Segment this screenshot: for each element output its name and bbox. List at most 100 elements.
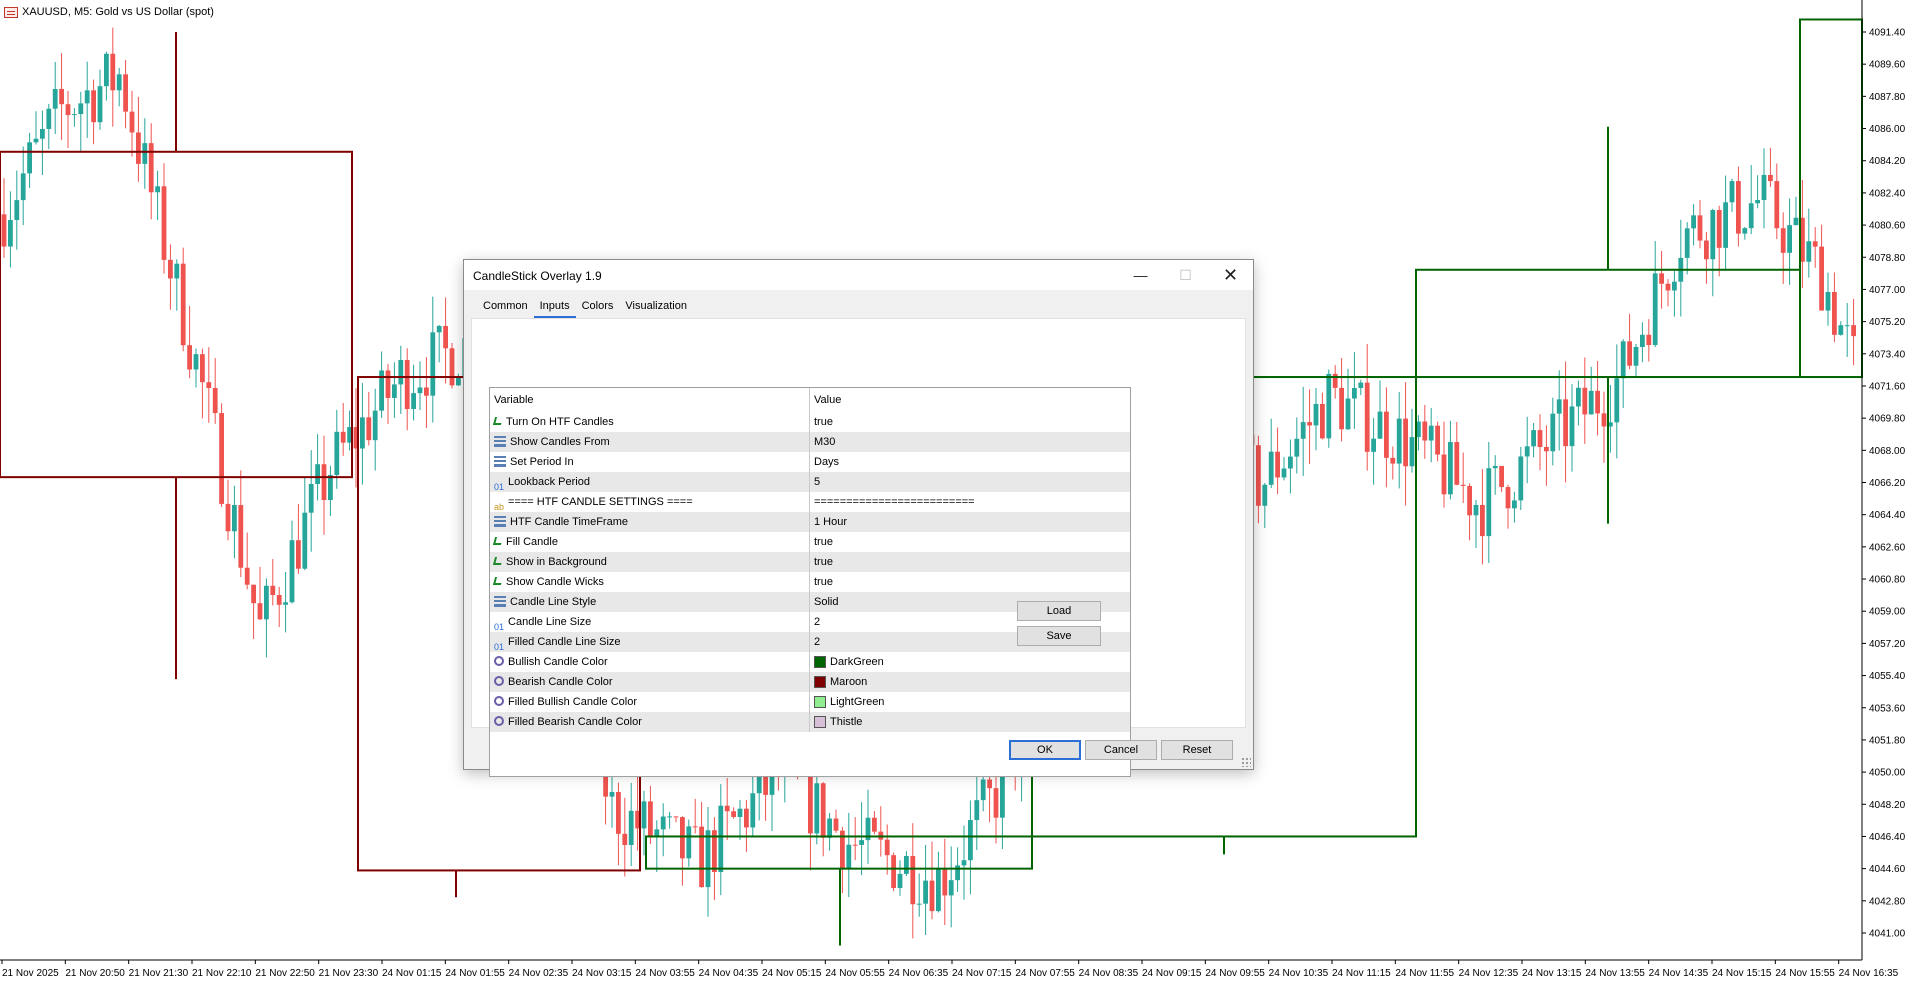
candle-body — [1512, 500, 1517, 509]
candle-body — [193, 354, 199, 370]
input-variable-cell: Show Candles From — [490, 432, 810, 452]
time-tick-label: 24 Nov 11:15 — [1332, 968, 1391, 979]
cancel-button[interactable]: Cancel — [1085, 740, 1157, 760]
input-value-cell[interactable]: true — [810, 572, 1130, 592]
tab-inputs[interactable]: Inputs — [533, 296, 576, 318]
input-variable-label: Bullish Candle Color — [508, 656, 608, 668]
input-row[interactable]: Bullish Candle Color DarkGreen — [490, 652, 1130, 672]
maximize-icon[interactable]: ☐ — [1163, 260, 1208, 290]
candle-body — [1403, 418, 1408, 467]
input-variable-cell: Turn On HTF Candles — [490, 412, 810, 432]
input-value-text: M30 — [814, 436, 836, 448]
ok-button[interactable]: OK — [1009, 740, 1081, 760]
input-value-cell[interactable]: DarkGreen — [810, 652, 1130, 672]
close-icon[interactable]: ✕ — [1208, 260, 1253, 290]
input-value-cell[interactable]: Thistle — [810, 712, 1130, 732]
candle-body — [1601, 413, 1607, 427]
reset-button[interactable]: Reset — [1161, 740, 1233, 760]
input-value-cell[interactable]: 1 Hour — [810, 512, 1130, 532]
input-value-cell[interactable]: true — [810, 412, 1130, 432]
candle-body — [1812, 241, 1818, 247]
input-variable-cell: Filled Bullish Candle Color — [490, 692, 810, 712]
candle-body — [1838, 325, 1844, 335]
candle-body — [1467, 485, 1472, 516]
input-value-cell[interactable]: M30 — [810, 432, 1130, 452]
candle-body — [1, 214, 7, 247]
candle-body — [731, 811, 736, 817]
save-button[interactable]: Save — [1017, 626, 1101, 646]
candle-body — [20, 173, 26, 201]
candle-body — [78, 103, 84, 115]
time-tick-label: 24 Nov 01:55 — [445, 968, 505, 979]
header-value[interactable]: Value — [810, 388, 1130, 412]
input-row[interactable]: Show in Background true — [490, 552, 1130, 572]
input-value-cell[interactable]: 5 — [810, 472, 1130, 492]
color-swatch — [814, 656, 826, 668]
candle-body — [648, 801, 653, 837]
candle-body — [1460, 484, 1466, 486]
input-variable-cell: Filled Bearish Candle Color — [490, 712, 810, 732]
input-value-cell[interactable]: ========================= — [810, 492, 1130, 512]
input-row[interactable]: Set Period In Days — [490, 452, 1130, 472]
input-value-cell[interactable]: LightGreen — [810, 692, 1130, 712]
input-row[interactable]: Filled Bullish Candle Color LightGreen — [490, 692, 1130, 712]
tab-visualization[interactable]: Visualization — [619, 296, 693, 316]
input-value-cell[interactable]: Maroon — [810, 672, 1130, 692]
input-row[interactable]: Turn On HTF Candles true — [490, 412, 1130, 432]
candle-body — [1307, 422, 1312, 426]
candle-body — [936, 868, 941, 912]
candle-body — [1499, 465, 1504, 488]
num-type-icon: 01 — [494, 621, 505, 632]
input-row[interactable]: Filled Bearish Candle Color Thistle — [490, 712, 1130, 732]
tab-colors[interactable]: Colors — [576, 296, 620, 316]
inputs-grid[interactable]: Variable Value Turn On HTF Candles true Sh… — [489, 387, 1131, 777]
candle-body — [910, 856, 916, 905]
candle-body — [1780, 228, 1786, 253]
candle-body — [97, 86, 103, 123]
dialog-tabs: Common Inputs Colors Visualization — [477, 296, 693, 318]
input-value-text: true — [814, 556, 833, 568]
inputs-panel: Variable Value Turn On HTF Candles true Sh… — [471, 318, 1246, 777]
candle-body — [129, 111, 135, 133]
header-variable[interactable]: Variable — [490, 388, 810, 412]
input-variable-label: Filled Bullish Candle Color — [508, 696, 638, 708]
candle-body — [987, 779, 992, 789]
candle-body — [264, 585, 269, 620]
candle-body — [1710, 210, 1716, 260]
input-row[interactable]: Fill Candle true — [490, 532, 1130, 552]
input-row[interactable]: Show Candles From M30 — [490, 432, 1130, 452]
input-variable-cell: Bearish Candle Color — [490, 672, 810, 692]
candle-body — [929, 880, 935, 912]
candle-body — [1729, 181, 1735, 203]
input-row[interactable]: Bearish Candle Color Maroon — [490, 672, 1130, 692]
candle-body — [1454, 442, 1460, 485]
candle-body — [1825, 291, 1831, 311]
time-tick-label: 24 Nov 04:35 — [699, 968, 759, 979]
input-row[interactable]: ab ==== HTF CANDLE SETTINGS ==== =========… — [490, 492, 1130, 512]
price-tick-label: 4086.00 — [1869, 124, 1906, 135]
minimize-icon[interactable]: — — [1118, 260, 1163, 290]
input-value-cell[interactable]: true — [810, 552, 1130, 572]
time-tick-label: 24 Nov 08:35 — [1079, 968, 1139, 979]
candle-body — [1364, 382, 1370, 452]
time-tick-label: 24 Nov 14:35 — [1649, 968, 1709, 979]
candle-body — [852, 844, 858, 846]
price-tick-label: 4089.60 — [1869, 60, 1906, 71]
input-row[interactable]: HTF Candle TimeFrame 1 Hour — [490, 512, 1130, 532]
input-row[interactable]: 01 Lookback Period 5 — [490, 472, 1130, 492]
time-tick-label: 24 Nov 12:35 — [1459, 968, 1519, 979]
resize-grip-icon[interactable] — [1241, 757, 1251, 767]
input-variable-label: Fill Candle — [506, 536, 558, 548]
input-variable-label: Filled Candle Line Size — [508, 636, 621, 648]
candle-body — [1761, 174, 1767, 200]
input-value-cell[interactable]: Days — [810, 452, 1130, 472]
color-type-icon — [494, 656, 504, 667]
load-button[interactable]: Load — [1017, 601, 1101, 621]
tab-common[interactable]: Common — [477, 296, 534, 316]
time-tick-label: 24 Nov 05:55 — [825, 968, 885, 979]
input-value-cell[interactable]: true — [810, 532, 1130, 552]
color-type-icon — [494, 716, 504, 727]
input-row[interactable]: Show Candle Wicks true — [490, 572, 1130, 592]
dialog-titlebar[interactable]: CandleStick Overlay 1.9 — ☐ ✕ — [464, 260, 1253, 290]
candle-body — [1704, 240, 1709, 260]
